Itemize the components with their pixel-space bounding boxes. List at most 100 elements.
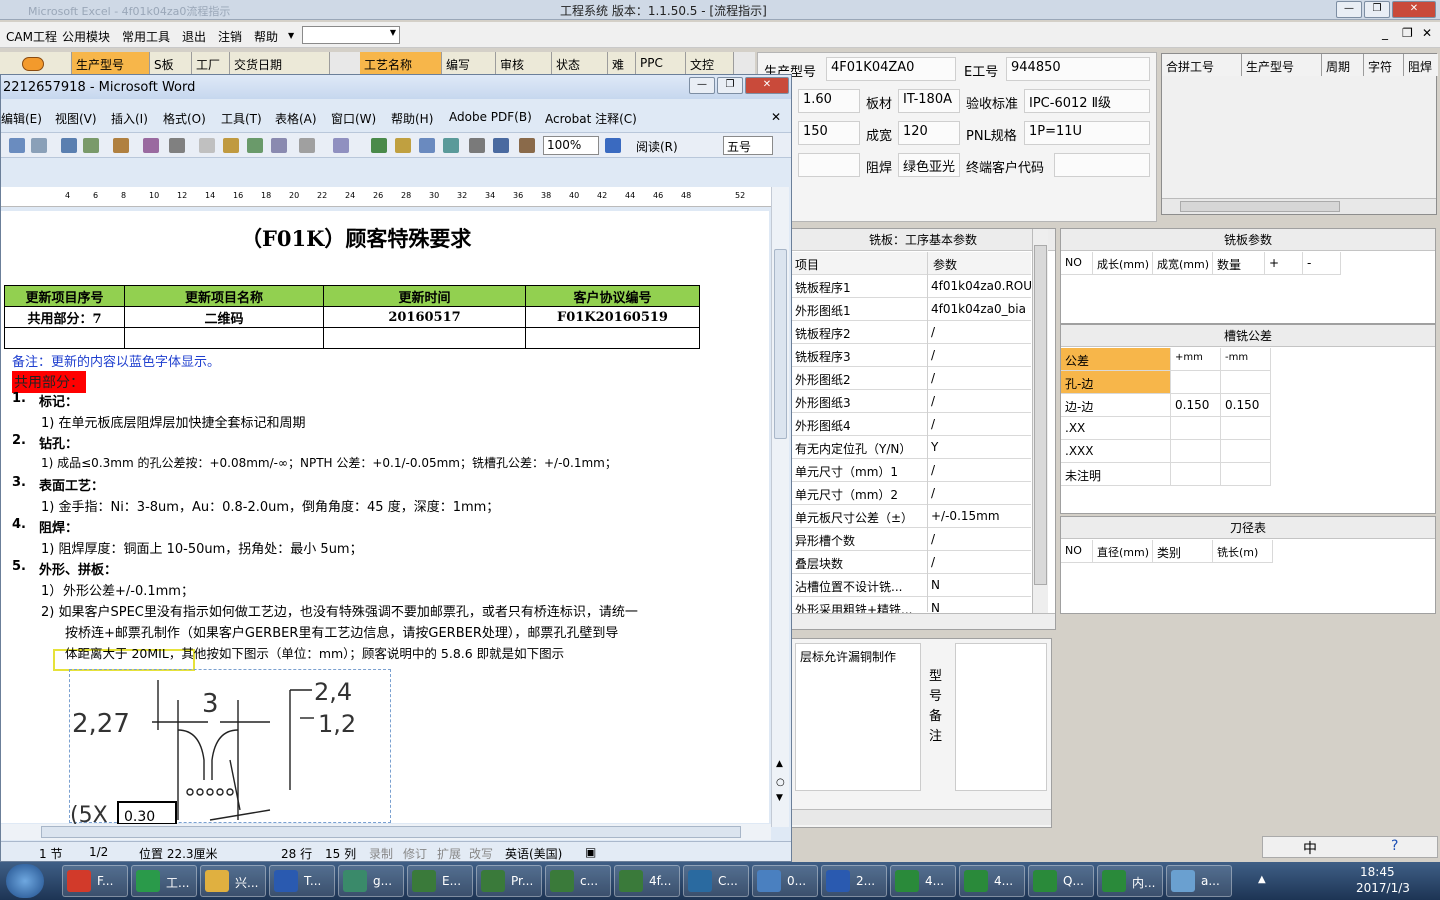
mill-row[interactable]: 铣板程序1 4f01k04za0.ROU: [791, 275, 1031, 298]
slot-cell[interactable]: [1221, 417, 1271, 440]
toolbar-button-icon[interactable]: [271, 138, 287, 153]
board-field[interactable]: IT-180A: [898, 89, 960, 113]
mdi-minimize-button[interactable]: _: [1382, 26, 1388, 40]
word-maximize-button[interactable]: ❐: [717, 77, 743, 94]
slot-cell[interactable]: 0.150: [1221, 394, 1271, 417]
mill-row[interactable]: 单元板尺寸公差（±） +/-0.15mm: [791, 505, 1031, 528]
document-page[interactable]: （F01K）顾客特殊要求 更新项目序号 更新项目名称 更新时间 客户协议编号 共…: [1, 211, 769, 828]
toolbar-button-icon[interactable]: [113, 138, 129, 153]
slot-cell[interactable]: 边-边: [1061, 394, 1171, 417]
col-s-board[interactable]: S板: [150, 52, 192, 74]
scroll-thumb[interactable]: [1034, 245, 1047, 585]
toolbar-button-icon[interactable]: [169, 138, 185, 153]
toolbar-button-icon[interactable]: [299, 138, 315, 153]
type-note-field[interactable]: [955, 643, 1047, 791]
toolbar-button-icon[interactable]: [223, 138, 239, 153]
spelling-icon[interactable]: ▣: [585, 845, 596, 859]
minimize-button[interactable]: —: [1336, 1, 1362, 18]
menu-view[interactable]: 视图(V): [55, 110, 97, 127]
toolbar-button-icon[interactable]: [61, 138, 77, 153]
mill-row[interactable]: 外形图纸3 /: [791, 390, 1031, 413]
toolbar-button-icon[interactable]: [143, 138, 159, 153]
mill-row[interactable]: 铣板程序3 /: [791, 344, 1031, 367]
menu-help[interactable]: 帮助: [254, 28, 278, 45]
status-extend[interactable]: 扩展: [437, 845, 461, 862]
menu-help[interactable]: 帮助(H): [391, 110, 433, 127]
note-text[interactable]: 层标允许漏铜制作: [795, 643, 921, 791]
menu-edit[interactable]: 编辑(E): [1, 110, 42, 127]
mill-row[interactable]: 有无内定位孔（Y/N） Y: [791, 436, 1031, 459]
taskbar-item[interactable]: 内...: [1097, 865, 1163, 897]
status-overtype[interactable]: 改写: [469, 845, 493, 862]
taskbar-item[interactable]: 4...: [959, 865, 1025, 897]
accept-field[interactable]: IPC-6012 Ⅱ级: [1024, 89, 1150, 113]
slot-cell[interactable]: [1171, 440, 1221, 463]
mill-row[interactable]: 单元尺寸（mm）2 /: [791, 482, 1031, 505]
mask-field[interactable]: 绿色亚光: [898, 153, 960, 177]
col-merge-job[interactable]: 合拼工号: [1162, 54, 1242, 76]
toolbar-button-icon[interactable]: [83, 138, 99, 153]
col-status[interactable]: 状态: [552, 52, 608, 74]
slot-cell[interactable]: 孔-边: [1061, 371, 1171, 394]
close-button[interactable]: ✕: [1392, 1, 1436, 18]
taskbar-item[interactable]: 4f...: [614, 865, 680, 897]
mill-row[interactable]: 外形图纸1 4f01k04za0_bia: [791, 298, 1031, 321]
col-prod-model-2[interactable]: 生产型号: [1242, 54, 1322, 76]
slot-cell[interactable]: .XXX: [1061, 440, 1171, 463]
scroll-thumb[interactable]: [41, 826, 741, 838]
merge-grid-hscrollbar[interactable]: [1162, 198, 1436, 214]
menu-tools[interactable]: 工具(T): [221, 110, 262, 127]
taskbar-item[interactable]: 4...: [890, 865, 956, 897]
slot-cell[interactable]: [1221, 440, 1271, 463]
mill-hscrollbar[interactable]: [791, 613, 1055, 629]
thickness-field[interactable]: 1.60: [798, 89, 860, 113]
slot-cell[interactable]: [1171, 463, 1221, 486]
mdi-restore-button[interactable]: ❐: [1402, 26, 1413, 40]
menu-format[interactable]: 格式(O): [163, 110, 206, 127]
value-150-field[interactable]: 150: [798, 121, 860, 145]
menu-insert[interactable]: 插入(I): [111, 110, 148, 127]
col-prod-model[interactable]: 生产型号: [72, 52, 150, 74]
taskbar-item[interactable]: g...: [338, 865, 404, 897]
zoom-select[interactable]: 100%: [543, 136, 599, 155]
browse-object-icon[interactable]: ○: [776, 777, 785, 788]
taskbar-item[interactable]: Q...: [1028, 865, 1094, 897]
word-minimize-button[interactable]: —: [689, 77, 715, 94]
blank-field[interactable]: [798, 153, 860, 177]
taskbar-item[interactable]: c...: [545, 865, 611, 897]
mill-row[interactable]: 铣板程序2 /: [791, 321, 1031, 344]
taskbar-item[interactable]: 工...: [131, 865, 197, 897]
menu-more-arrow-icon[interactable]: ▼: [288, 31, 294, 40]
col-char[interactable]: 字符: [1364, 54, 1404, 76]
ime-toolbar[interactable]: 中 ?: [1262, 836, 1438, 858]
menu-acrobat-comment[interactable]: Acrobat 注释(C): [545, 110, 637, 127]
col-difficulty[interactable]: 难: [608, 52, 636, 74]
status-track[interactable]: 修订: [403, 845, 427, 862]
menu-public-module[interactable]: 公用模块: [62, 28, 110, 45]
word-vscrollbar[interactable]: ▲ ○ ▼: [771, 187, 789, 827]
mill-row[interactable]: 叠层块数 /: [791, 551, 1031, 574]
taskbar-item[interactable]: a...: [1166, 865, 1232, 897]
mill-vscrollbar[interactable]: [1032, 229, 1048, 613]
slot-cell[interactable]: 未注明: [1061, 463, 1171, 486]
toolbar-button-icon[interactable]: [469, 138, 485, 153]
toolbar-button-icon[interactable]: [419, 138, 435, 153]
read-button[interactable]: 阅读(R): [636, 138, 678, 155]
prev-page-icon[interactable]: ▲: [776, 759, 783, 769]
taskbar-item[interactable]: 2...: [821, 865, 887, 897]
start-button[interactable]: [6, 864, 44, 898]
clock-date[interactable]: 2017/1/3: [1356, 881, 1410, 895]
col-doc-control[interactable]: 文控: [686, 52, 734, 74]
mdi-close-button[interactable]: ✕: [1422, 26, 1432, 40]
toolbar-button-icon[interactable]: [519, 138, 535, 153]
col-period[interactable]: 周期: [1322, 54, 1364, 76]
col-review[interactable]: 审核: [496, 52, 552, 74]
font-size-select[interactable]: 五号: [723, 136, 773, 155]
toolbar-button-icon[interactable]: [493, 138, 509, 153]
taskbar-item[interactable]: C...: [683, 865, 749, 897]
toolbar-button-icon[interactable]: [9, 138, 25, 153]
mill-row[interactable]: 外形图纸2 /: [791, 367, 1031, 390]
col-process-name[interactable]: 工艺名称: [360, 52, 442, 74]
mill-row[interactable]: 单元尺寸（mm）1 /: [791, 459, 1031, 482]
finished-width-field[interactable]: 120: [898, 121, 960, 145]
